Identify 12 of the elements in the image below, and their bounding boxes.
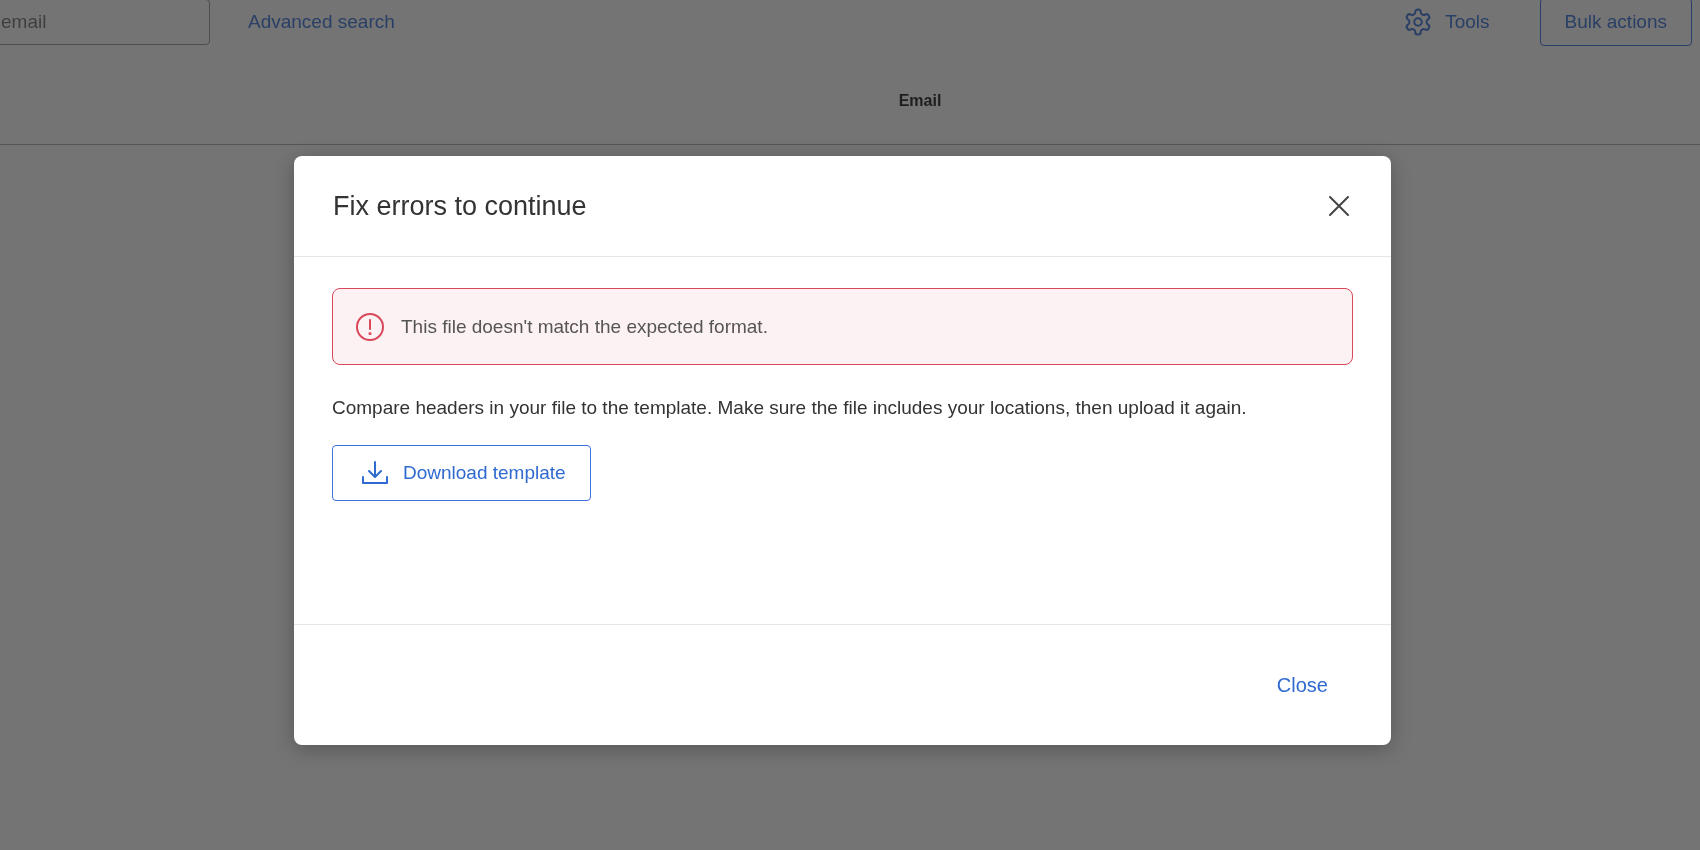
advanced-search-link[interactable]: Advanced search bbox=[248, 11, 395, 33]
alert-message: This file doesn't match the expected format. bbox=[401, 315, 768, 338]
close-text-button[interactable]: Close bbox=[1276, 673, 1328, 697]
bulk-actions-button[interactable]: Bulk actions bbox=[1539, 0, 1692, 46]
tools-button[interactable]: Tools bbox=[1403, 7, 1490, 37]
alert-icon bbox=[355, 311, 385, 342]
download-icon bbox=[361, 460, 389, 486]
column-header: Email bbox=[898, 92, 942, 110]
download-template-button[interactable]: Download template bbox=[332, 445, 591, 501]
close-button[interactable] bbox=[1327, 194, 1351, 218]
dialog-title: Fix errors to continue bbox=[333, 190, 587, 222]
description-text: Compare headers in your file to the template. Make sure the file includes your locations, then upload it again. bbox=[332, 396, 1247, 420]
